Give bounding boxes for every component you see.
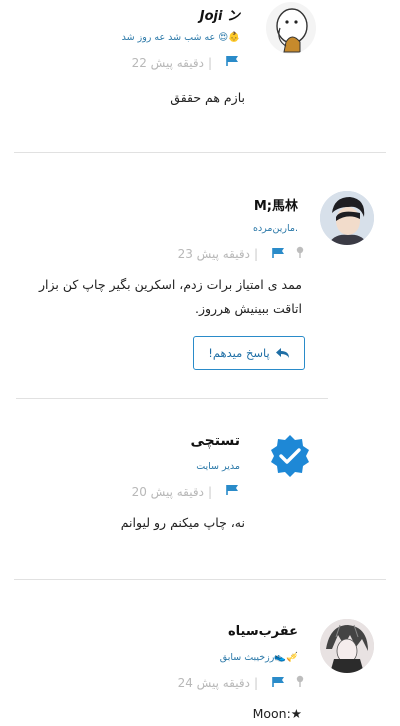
divider [16,398,328,399]
report-flag-icon[interactable] [226,55,240,70]
comment-author[interactable]: M;馬林 [254,195,298,214]
comment-author-tagline: مدیر سایت [196,461,240,472]
comment-author-tagline: عه شب شد عه روز شد 😍👶 [121,32,240,43]
photo-avatar-icon [320,191,374,245]
cartoon-avatar-icon [276,8,308,53]
pin-icon[interactable] [296,675,304,691]
comment-text: ممد ی امتیاز برات زدم، اسکرین بگیر چاپ ک… [38,277,302,316]
comment-time: 24 دقیقه پیش [177,676,250,690]
comment-meta: 22 دقیقه پیش | [132,55,240,70]
user-avatar[interactable] [266,2,316,54]
verified-badge-icon [268,434,312,478]
comment-item: تستچی مدیر سایت 20 دقیقه پیش | نه، چاپ م… [0,420,400,580]
user-avatar[interactable] [320,191,374,245]
comment-text: ★:Moon [252,706,302,721]
divider [14,152,386,153]
comment-time: 23 دقیقه پیش [177,247,250,261]
report-flag-icon[interactable] [272,247,286,262]
report-flag-icon[interactable] [272,676,286,691]
reply-arrow-icon [275,348,289,358]
comment-time: 20 دقیقه پیش [131,484,204,499]
reply-button-label: پاسخ میدهم! [208,346,270,360]
comment-author[interactable]: عقرب‌سیاه [228,624,298,639]
comment-item: M;馬林 مارین‌مرده. 23 دقیقه پیش | ممد ی ام… [0,185,400,395]
comment-author-tagline: رزخیبث سابق👟🎺 [219,652,298,663]
comment-meta: 20 دقیقه پیش | [132,484,240,499]
comment-author[interactable]: تستچی [191,433,240,449]
user-avatar[interactable] [320,619,374,673]
report-flag-icon[interactable] [226,484,240,499]
comment-author[interactable]: Joji ン [200,5,240,24]
comment-item: Joji ン عه شب شد عه روز شد 😍👶 22 دقیقه پی… [0,0,400,150]
comment-meta: 23 دقیقه پیش | [178,246,304,262]
comment-text: نه، چاپ میکنم رو لیوانم [120,515,245,530]
pin-icon[interactable] [296,246,304,262]
divider [14,579,386,580]
comment-meta: 24 دقیقه پیش | [178,675,304,691]
comment-item: عقرب‌سیاه رزخیبث سابق👟🎺 24 دقیقه پیش | ★… [0,610,400,725]
reply-button[interactable]: پاسخ میدهم! [193,336,305,370]
comment-time: 22 دقیقه پیش [131,55,204,70]
manga-avatar-icon [320,619,374,673]
comment-text: بازم هم حققق [170,90,245,105]
comment-author-tagline: مارین‌مرده. [252,223,298,234]
